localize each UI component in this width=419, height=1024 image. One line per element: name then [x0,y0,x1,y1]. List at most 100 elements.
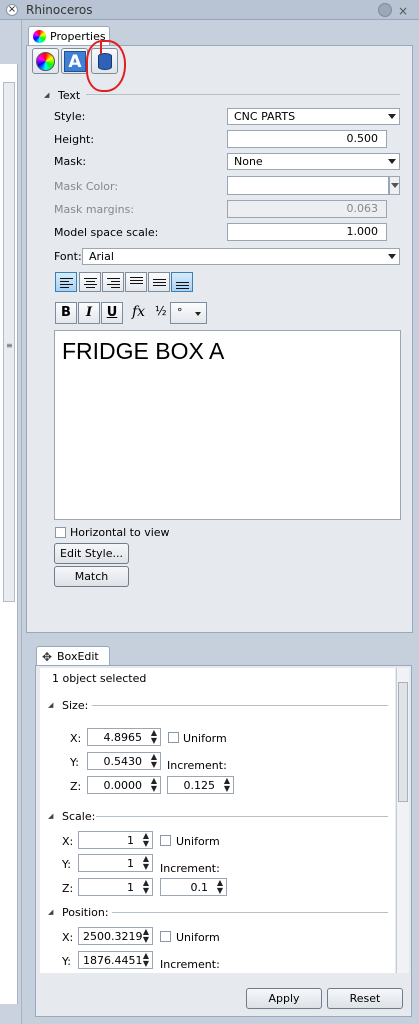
edit-style-button[interactable]: Edit Style... [54,543,129,564]
align-middle-button[interactable] [148,272,170,292]
align-right-button[interactable] [102,272,124,292]
scale-uniform-label: Uniform [176,835,220,848]
size-increment-value: 0.125 [183,779,216,792]
collapse-triangle-icon[interactable]: ◢ [48,812,53,820]
italic-button[interactable]: I [78,302,100,324]
size-z-field[interactable]: 0.0000 ▲ ▼ [87,776,161,794]
position-title: Position: [60,906,111,919]
position-y-field[interactable]: 1876.4451 ▲ ▼ [78,951,153,969]
horizontal-to-view-checkbox[interactable] [55,527,66,538]
pin-icon[interactable] [378,3,392,17]
apply-button[interactable]: Apply [246,988,322,1009]
model-space-scale-field[interactable]: 1.000 [227,223,387,241]
size-y-value: 0.5430 [103,755,143,768]
spinner-icon[interactable]: ▲ ▼ [217,879,223,895]
scale-x-field[interactable]: 1 ▲ ▼ [78,831,153,849]
scale-x-label: X: [62,835,74,848]
window-title: Rhinoceros [26,3,93,17]
close-icon[interactable]: × [6,4,18,16]
align-top-button[interactable] [125,272,147,292]
spinner-icon[interactable]: ▲ ▼ [143,832,149,848]
insert-field-icon[interactable]: fx [132,304,145,320]
position-x-label: X: [62,931,74,944]
size-x-label: X: [70,732,82,745]
font-value: Arial [89,250,114,263]
size-increment-label: Increment: [167,759,227,772]
height-field[interactable]: 0.500 [227,130,387,148]
mask-color-field[interactable] [227,176,389,195]
spinner-icon[interactable]: ▲ ▼ [224,777,230,793]
text-content: FRIDGE BOX A [62,338,225,364]
size-x-field[interactable]: 4.8965 ▲ ▼ [87,728,161,746]
text-group-title: Text [56,89,83,102]
divider [112,912,388,913]
size-uniform-checkbox[interactable] [168,732,179,743]
size-title: Size: [60,699,91,712]
position-y-value: 1876.4451 [83,954,143,967]
text-icon: A [64,51,86,72]
left-scrollbar[interactable]: ≡ [3,82,15,602]
bold-button[interactable]: B [55,302,77,324]
position-increment-label: Increment: [160,958,220,971]
align-center-button[interactable] [79,272,101,292]
object-properties-button[interactable] [32,48,59,74]
position-x-field[interactable]: 2500.3219 ▲ ▼ [78,927,153,945]
size-uniform-label: Uniform [183,732,227,745]
scale-y-value: 1 [127,857,134,870]
fraction-icon[interactable]: ½ [155,304,167,318]
scale-y-label: Y: [62,858,71,871]
mask-margins-label: Mask margins: [54,203,135,216]
align-left-button[interactable] [55,272,77,292]
boxedit-scrollbar[interactable] [396,668,409,973]
underline-button[interactable]: U [101,302,123,324]
font-dropdown[interactable]: Arial [82,248,400,265]
reset-button[interactable]: Reset [327,988,403,1009]
spinner-icon[interactable]: ▲ ▼ [151,753,157,769]
red-annotation-mark [100,42,108,54]
size-increment-field[interactable]: 0.125 ▲ ▼ [167,776,234,794]
size-y-field[interactable]: 0.5430 ▲ ▼ [87,752,161,770]
style-dropdown[interactable]: CNC PARTS [227,108,400,125]
collapse-triangle-icon[interactable]: ◢ [44,91,49,99]
collapse-triangle-icon[interactable]: ◢ [48,908,53,916]
selection-status: 1 object selected [52,672,147,685]
scrollbar-thumb[interactable] [398,682,408,802]
close-panel-icon[interactable]: × [398,4,408,18]
scale-z-value: 1 [127,881,134,894]
scale-y-field[interactable]: 1 ▲ ▼ [78,854,153,872]
title-bar: × Rhinoceros × [0,0,419,20]
spinner-icon[interactable]: ▲ ▼ [143,952,149,968]
scale-x-value: 1 [127,834,134,847]
spinner-icon[interactable]: ▲ ▼ [143,855,149,871]
divider [96,816,388,817]
scale-increment-value: 0.1 [190,881,209,894]
degree-symbol: ° [177,306,183,319]
model-space-scale-label: Model space scale: [54,226,159,239]
mask-color-dropdown[interactable] [389,176,400,195]
scale-z-field[interactable]: 1 ▲ ▼ [78,878,153,896]
style-label: Style: [54,110,86,123]
size-z-value: 0.0000 [103,779,143,792]
spinner-icon[interactable]: ▲ ▼ [143,928,149,944]
match-button[interactable]: Match [54,566,129,587]
symbol-dropdown[interactable]: ° [170,302,207,324]
spinner-icon[interactable]: ▲ ▼ [151,777,157,793]
scale-z-label: Z: [62,882,74,895]
mask-dropdown[interactable]: None [227,153,400,170]
scale-uniform-checkbox[interactable] [160,835,171,846]
size-z-label: Z: [70,780,82,793]
position-uniform-checkbox[interactable] [160,931,171,942]
spinner-icon[interactable]: ▲ ▼ [143,879,149,895]
text-content-editor[interactable]: FRIDGE BOX A [54,330,401,520]
scale-increment-field[interactable]: 0.1 ▲ ▼ [160,878,227,896]
text-properties-button[interactable]: A [61,48,88,74]
chevron-down-icon [388,159,396,164]
scale-increment-label: Increment: [160,862,220,875]
spinner-icon[interactable]: ▲ ▼ [151,729,157,745]
align-bottom-button[interactable] [171,272,193,292]
color-wheel-icon [36,52,55,71]
collapse-triangle-icon[interactable]: ◢ [48,701,53,709]
divider [92,705,388,706]
move-arrows-icon: ✥ [42,650,53,664]
tab-boxedit[interactable]: ✥ BoxEdit [36,646,110,666]
